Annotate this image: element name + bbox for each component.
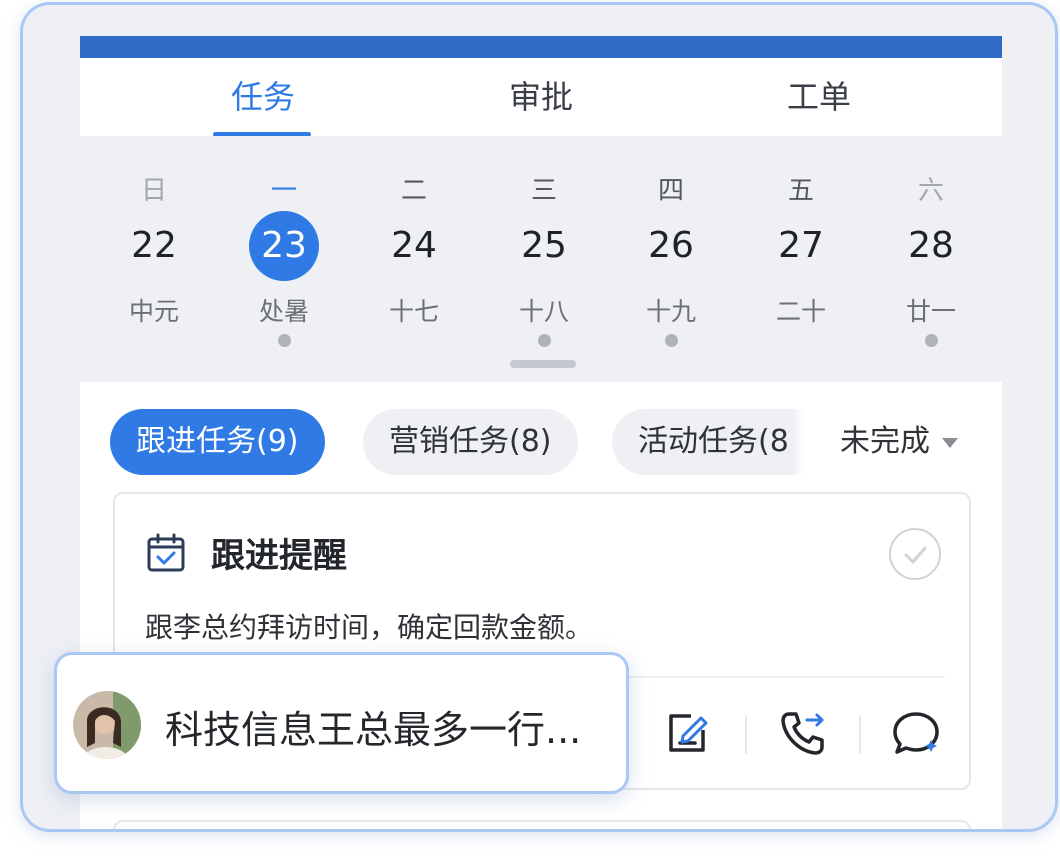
calendar-day[interactable]: 日 22 中元	[99, 136, 209, 382]
contact-name: 科技信息王总最多一行...	[165, 708, 582, 752]
chat-ai-icon[interactable]	[889, 706, 943, 760]
chip-marketing-tasks[interactable]: 营销任务(8)	[363, 409, 578, 475]
phone-forward-icon[interactable]	[775, 706, 829, 760]
day-of-week: 三	[530, 176, 557, 206]
tab-approval[interactable]: 审批	[441, 58, 641, 136]
lunar-date: 十八	[518, 297, 569, 326]
event-dot	[538, 334, 551, 347]
complete-check-button[interactable]	[889, 528, 941, 580]
day-of-week: 日	[140, 176, 167, 206]
calendar-drag-handle[interactable]	[510, 360, 576, 368]
lunar-date: 处暑	[258, 297, 309, 326]
tab-bar: 任务 审批 工单	[80, 58, 1002, 136]
day-of-week: 一	[270, 176, 297, 206]
action-separator	[745, 716, 747, 754]
lunar-date: 十七	[388, 297, 439, 326]
calendar-day[interactable]: 六 28 廿一	[876, 136, 986, 382]
day-of-week: 四	[657, 176, 684, 206]
check-icon	[904, 546, 927, 564]
day-of-week: 六	[917, 176, 944, 206]
lunar-date: 中元	[128, 297, 179, 326]
day-date: 23	[249, 211, 319, 281]
calendar-day[interactable]: 四 26 十九	[616, 136, 726, 382]
tab-tasks[interactable]: 任务	[163, 58, 363, 136]
calendar-day-selected[interactable]: 一 23 处暑	[229, 136, 339, 382]
card-title: 跟进提醒	[211, 536, 347, 576]
event-dot	[925, 334, 938, 347]
status-dropdown-label: 未完成	[840, 424, 930, 459]
avatar	[73, 691, 141, 759]
chip-followup-tasks[interactable]: 跟进任务(9)	[110, 409, 325, 475]
avatar-photo	[73, 691, 141, 759]
action-separator	[859, 716, 861, 754]
calendar-day[interactable]: 五 27 二十	[746, 136, 856, 382]
calendar-day[interactable]: 三 25 十八	[489, 136, 599, 382]
card-description: 跟李总约拜访时间，确定回款金额。	[145, 611, 594, 644]
event-dot	[278, 334, 291, 347]
lunar-date: 二十	[775, 297, 826, 326]
contact-popup[interactable]: 科技信息王总最多一行...	[54, 652, 629, 794]
day-date: 26	[648, 225, 694, 266]
calendar-check-icon	[147, 533, 185, 572]
day-of-week: 五	[787, 176, 814, 206]
edit-icon[interactable]	[661, 706, 715, 760]
day-date: 22	[131, 225, 177, 266]
chip-overflow-fade	[792, 409, 804, 475]
caret-down-icon	[942, 437, 958, 448]
day-date: 24	[391, 225, 437, 266]
week-calendar: 日 22 中元 一 23 处暑 二 24 十七 三 25 十八 四 26 十九 …	[80, 136, 1002, 382]
day-date: 28	[908, 225, 954, 266]
task-filter-bar: 跟进任务(9) 营销任务(8) 活动任务(8 未完成	[80, 382, 1002, 482]
status-dropdown[interactable]: 未完成	[840, 409, 958, 475]
task-card-next[interactable]	[113, 820, 971, 829]
event-dot	[665, 334, 678, 347]
lunar-date: 十九	[645, 297, 696, 326]
status-bar	[80, 36, 1002, 58]
chip-activity-tasks[interactable]: 活动任务(8	[612, 409, 804, 475]
day-date: 25	[521, 225, 567, 266]
day-of-week: 二	[400, 176, 427, 206]
day-date: 27	[778, 225, 824, 266]
calendar-day[interactable]: 二 24 十七	[359, 136, 469, 382]
lunar-date: 廿一	[905, 297, 956, 326]
tab-workorder[interactable]: 工单	[719, 58, 919, 136]
